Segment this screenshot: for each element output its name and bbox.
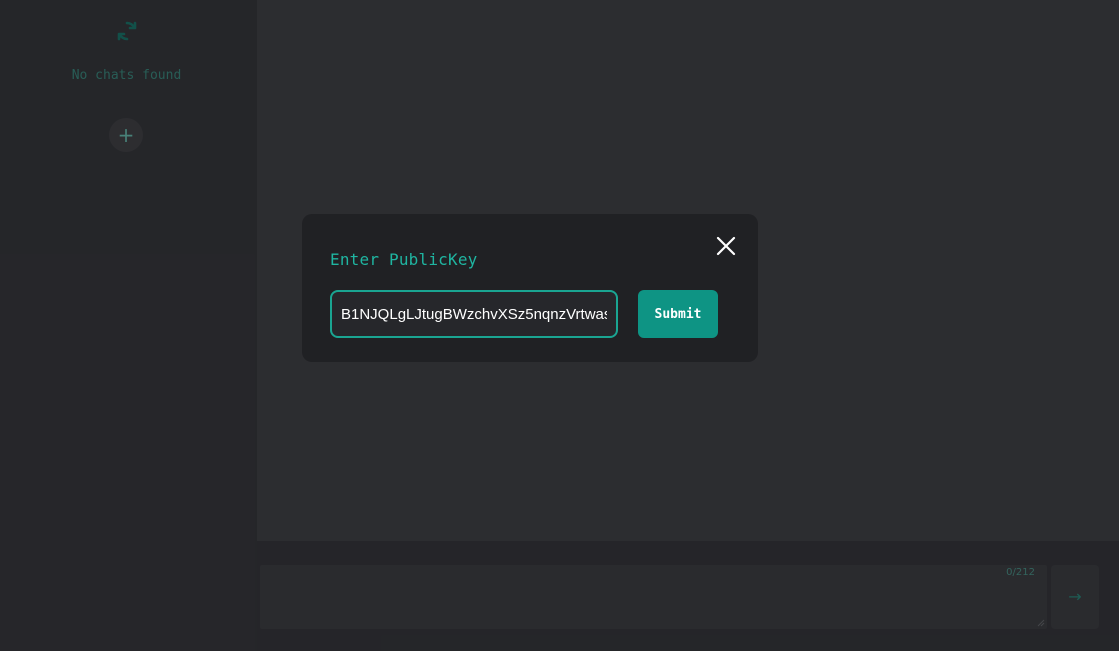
submit-button[interactable]: Submit bbox=[638, 290, 718, 338]
close-icon[interactable] bbox=[712, 232, 740, 260]
modal-title: Enter PublicKey bbox=[330, 250, 478, 269]
app-root: No chats found + < 0/212 → Enter PublicK… bbox=[0, 0, 1119, 651]
public-key-input[interactable] bbox=[330, 290, 618, 338]
public-key-modal: Enter PublicKey Submit bbox=[302, 214, 758, 362]
